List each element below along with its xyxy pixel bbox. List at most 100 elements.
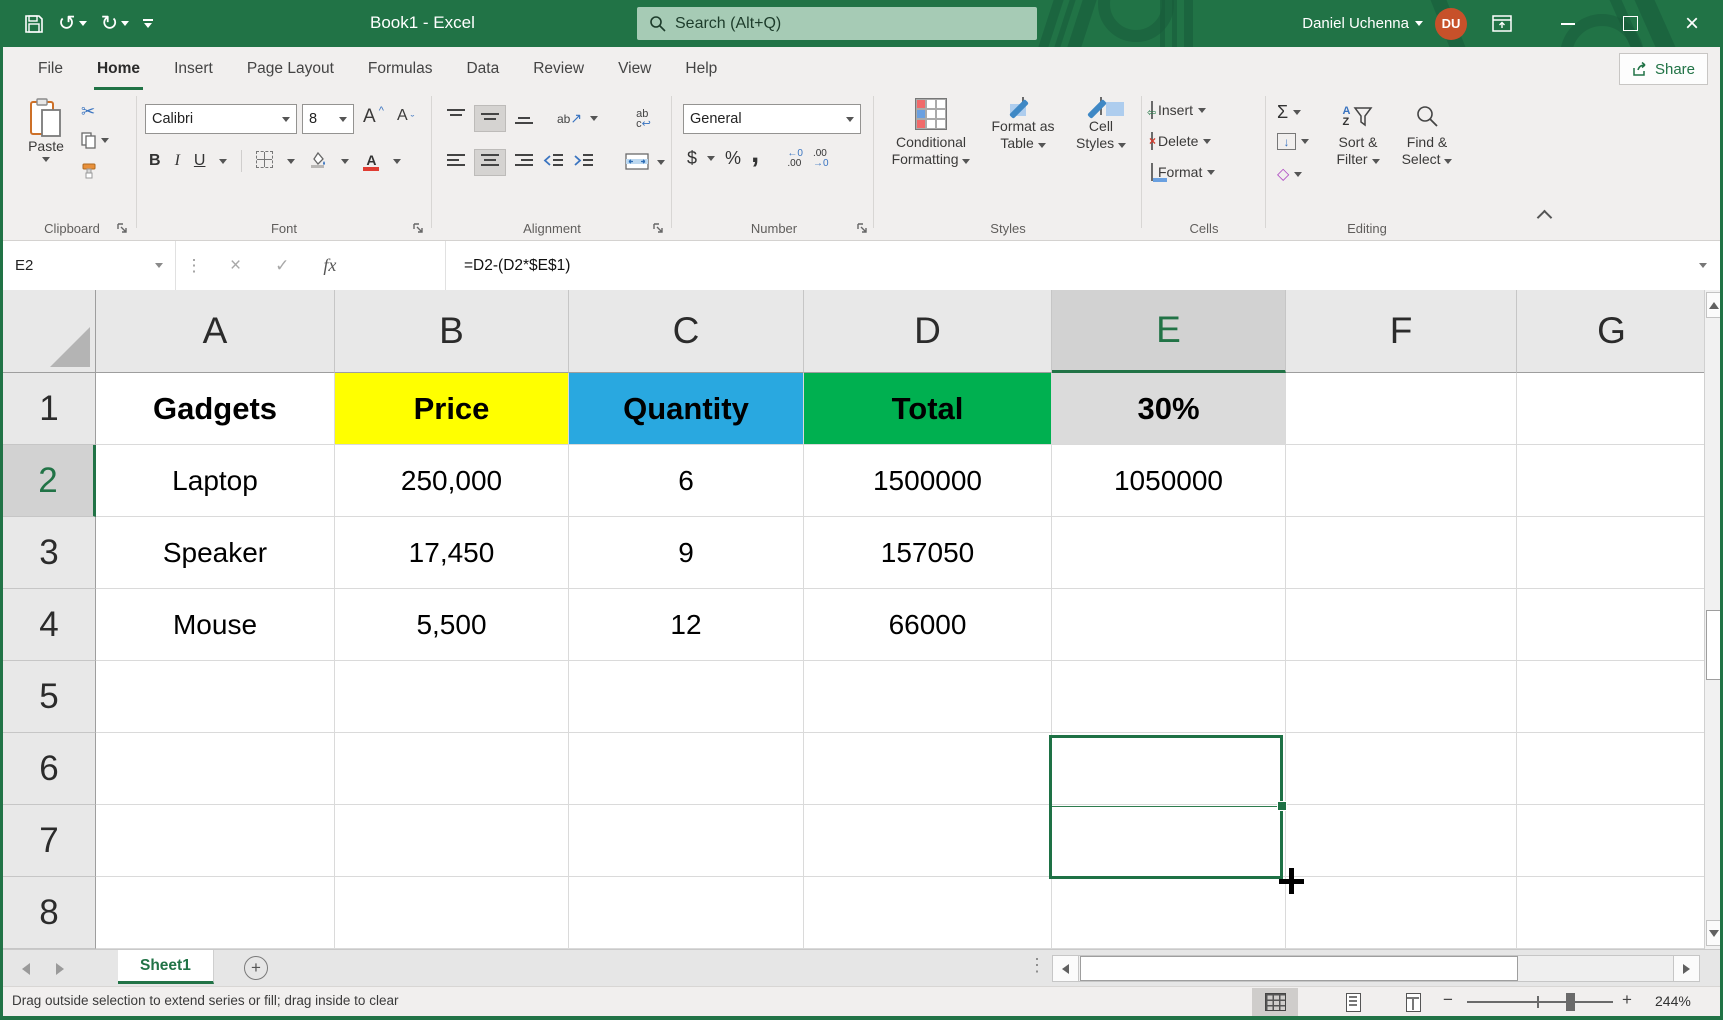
cell-D2[interactable]: 1500000 [804, 445, 1052, 517]
grow-font-button[interactable]: A^ [363, 106, 384, 128]
decrease-decimal-button[interactable]: .00→0 [813, 149, 829, 169]
cell-F5[interactable] [1286, 661, 1517, 733]
cell-C2[interactable]: 6 [569, 445, 804, 517]
col-header-B[interactable]: B [335, 290, 569, 373]
orientation-chevron[interactable] [590, 116, 598, 121]
cell-B2[interactable]: 250,000 [335, 445, 569, 517]
cell-D5[interactable] [804, 661, 1052, 733]
zoom-slider-track[interactable] [1467, 1001, 1613, 1003]
row-header-3[interactable]: 3 [3, 517, 96, 589]
italic-button[interactable]: I [175, 152, 180, 170]
insert-cells-button[interactable]: ⇦ Insert [1151, 102, 1206, 118]
tab-file[interactable]: File [21, 47, 80, 90]
increase-decimal-button[interactable]: ←0.00 [787, 149, 803, 169]
cell-B4[interactable]: 5,500 [335, 589, 569, 661]
tab-insert[interactable]: Insert [157, 47, 230, 90]
number-dialog-launcher[interactable] [856, 222, 869, 235]
next-sheet-button[interactable] [56, 963, 64, 975]
user-menu-chevron[interactable] [1415, 21, 1423, 26]
share-button[interactable]: Share [1619, 53, 1708, 85]
tab-home[interactable]: Home [80, 47, 157, 90]
name-box[interactable]: E2 [3, 241, 176, 290]
underline-chevron[interactable] [219, 159, 227, 164]
cell-A2[interactable]: Laptop [96, 445, 335, 517]
horizontal-scrollbar[interactable] [1052, 955, 1700, 982]
clipboard-dialog-launcher[interactable] [116, 222, 129, 235]
copy-button[interactable] [81, 132, 109, 149]
cell-A8[interactable] [96, 877, 335, 949]
zoom-in-button[interactable]: + [1622, 990, 1632, 1010]
close-button[interactable]: × [1661, 0, 1723, 47]
save-button[interactable] [24, 14, 44, 34]
search-box[interactable]: Search (Alt+Q) [637, 7, 1037, 40]
cell-C5[interactable] [569, 661, 804, 733]
row-header-4[interactable]: 4 [3, 589, 96, 661]
customize-quick-access-button[interactable] [143, 19, 153, 28]
cell-B1[interactable]: Price [335, 373, 569, 445]
find-select-button[interactable]: Find &Select [1395, 100, 1459, 168]
row-header-6[interactable]: 6 [3, 733, 96, 805]
cell-E5[interactable] [1052, 661, 1286, 733]
zoom-percentage[interactable]: 244% [1655, 993, 1691, 1009]
zoom-out-button[interactable]: − [1443, 990, 1453, 1010]
row-header-5[interactable]: 5 [3, 661, 96, 733]
tab-review[interactable]: Review [516, 47, 601, 90]
decrease-indent-button[interactable] [543, 153, 565, 172]
cell-F1[interactable] [1286, 373, 1517, 445]
normal-view-button[interactable] [1252, 988, 1298, 1016]
cell-G6[interactable] [1517, 733, 1707, 805]
alignment-dialog-launcher[interactable] [652, 222, 665, 235]
increase-indent-button[interactable] [573, 153, 595, 172]
cell-A5[interactable] [96, 661, 335, 733]
expand-formula-bar-button[interactable] [1686, 241, 1720, 290]
avatar[interactable]: DU [1435, 8, 1467, 40]
cell-G3[interactable] [1517, 517, 1707, 589]
fill-button[interactable]: ↓ [1277, 133, 1309, 150]
col-header-C[interactable]: C [569, 290, 804, 373]
redo-button[interactable]: ↻ [101, 11, 130, 36]
align-center-button[interactable] [475, 150, 505, 175]
font-dialog-launcher[interactable] [412, 222, 425, 235]
row-header-1[interactable]: 1 [3, 373, 96, 445]
cell-E3[interactable] [1052, 517, 1286, 589]
cell-D4[interactable]: 66000 [804, 589, 1052, 661]
cancel-button[interactable]: × [230, 255, 241, 277]
paste-button[interactable]: Paste [19, 98, 73, 162]
scroll-right-button[interactable] [1673, 956, 1699, 981]
merge-center-chevron[interactable] [657, 160, 665, 165]
align-right-button[interactable] [513, 152, 535, 173]
cell-F8[interactable] [1286, 877, 1517, 949]
cell-G1[interactable] [1517, 373, 1707, 445]
cell-B5[interactable] [335, 661, 569, 733]
undo-button[interactable]: ↺ [58, 11, 87, 36]
cell-D3[interactable]: 157050 [804, 517, 1052, 589]
number-format-combo[interactable]: General [683, 104, 861, 134]
percent-style-button[interactable]: % [725, 148, 741, 169]
comma-style-button[interactable]: , [751, 148, 759, 158]
col-header-F[interactable]: F [1286, 290, 1517, 373]
bold-button[interactable]: B [149, 152, 161, 170]
formula-bar-drag-dots[interactable]: ⋮ [176, 241, 212, 290]
accounting-format-button[interactable]: $ [687, 148, 697, 169]
collapse-ribbon-button[interactable] [1539, 208, 1553, 222]
cell-styles-button[interactable]: CellStyles [1067, 98, 1135, 152]
fill-color-chevron[interactable] [341, 159, 349, 164]
tab-view[interactable]: View [601, 47, 668, 90]
orientation-button[interactable]: ab↗ [557, 110, 582, 127]
format-painter-button[interactable] [81, 162, 98, 179]
font-color-button[interactable]: A [363, 152, 379, 171]
cell-D1[interactable]: Total [804, 373, 1052, 445]
maximize-button[interactable] [1599, 0, 1661, 47]
ribbon-display-options-button[interactable] [1467, 0, 1537, 47]
format-cells-button[interactable]: Format [1151, 164, 1215, 180]
cell-C4[interactable]: 12 [569, 589, 804, 661]
cell-E8[interactable] [1052, 877, 1286, 949]
user-name[interactable]: Daniel Uchenna [1302, 15, 1409, 32]
formula-input[interactable]: =D2-(D2*$E$1) [446, 241, 1686, 290]
borders-button[interactable] [256, 151, 273, 171]
col-header-D[interactable]: D [804, 290, 1052, 373]
row-header-7[interactable]: 7 [3, 805, 96, 877]
cell-C8[interactable] [569, 877, 804, 949]
shrink-font-button[interactable]: Aˇ [397, 106, 414, 126]
cell-E1[interactable]: 30% [1052, 373, 1286, 445]
